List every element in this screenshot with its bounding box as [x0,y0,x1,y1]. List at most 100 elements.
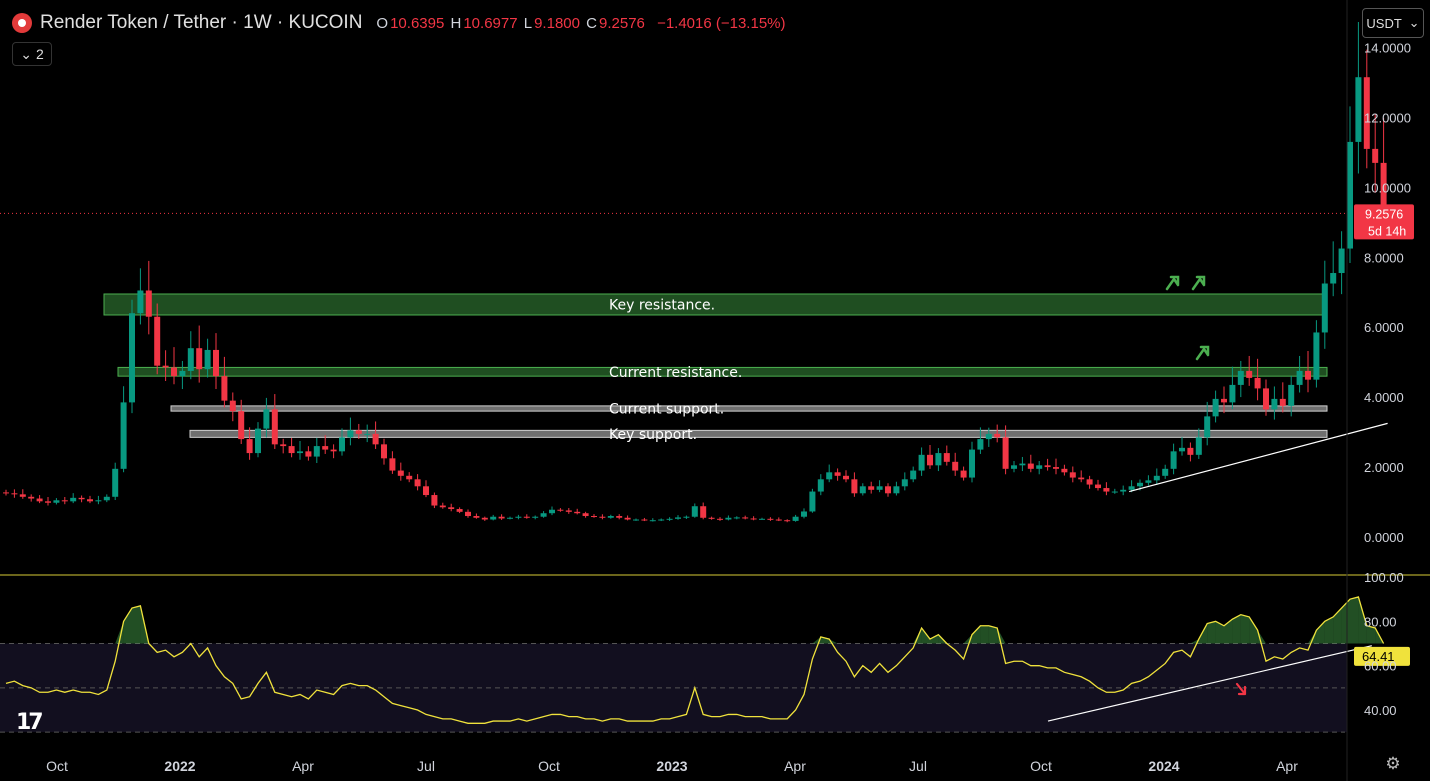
last-price-countdown: 5d 14h [1368,224,1406,238]
candle-body [826,472,833,480]
settings-gear-icon[interactable]: ⚙ [1384,755,1402,773]
candle-body [1229,384,1236,403]
zone-label-3: Key support. [609,427,697,443]
candle-body [490,516,497,520]
rsi-overbought-fill [123,608,132,644]
candle-body [1330,273,1337,284]
last-price-value: 9.2576 [1365,207,1403,221]
time-tick-label: 2024 [1148,758,1179,774]
candle-body [145,290,152,317]
candle-body [1321,283,1328,333]
change-value: −1.4016 (−13.15%) [657,14,786,32]
candle-body [1313,332,1320,380]
candle-body [927,454,933,466]
rsi-overbought-fill [972,625,981,644]
candle-body [364,433,371,435]
candle-body [809,491,816,512]
rsi-overbought-fill [1240,614,1250,644]
chevron-down-icon: ⌄ [20,45,32,62]
time-tick-label: Apr [1276,758,1298,774]
rsi-tick-label: 60.00 [1364,659,1397,674]
candle-body [725,517,732,520]
zone-label-1: Current resistance. [609,365,742,381]
candle-body [960,470,967,478]
candle-body [1069,472,1076,478]
currency-label: USDT [1366,15,1402,31]
candle-body [641,519,648,521]
candle-body [1053,467,1059,469]
price-tick-label: 0.0000 [1364,530,1404,545]
candle-body [1103,488,1110,492]
candle-body [943,453,950,462]
candle-body [708,517,715,519]
price-tick-label: 10.0000 [1364,180,1411,195]
candle-body [1036,465,1043,469]
candle-body [691,506,698,517]
candle-body [1271,398,1278,410]
rsi-overbought-fill [1207,621,1216,644]
candle-body [1044,465,1051,468]
time-tick-label: Oct [1030,758,1052,774]
candle-body [649,520,656,522]
tradingview-logo-icon[interactable]: 17 [16,710,44,735]
candle-body [599,516,606,518]
candle-body [868,486,875,490]
candle-body [1095,484,1101,489]
candle-body [473,516,480,518]
candle-body [61,500,68,502]
price-chart[interactable]: Key resistance. Current resistance. Curren… [0,0,1430,781]
candle-body [985,433,992,440]
candle-body [834,472,841,476]
candle-body [297,451,303,454]
candle-body [3,492,9,494]
candle-body [901,479,908,487]
candle-body [271,409,278,445]
high-label: H [450,14,462,32]
candle-body [507,517,513,519]
candle-body [1296,370,1303,385]
currency-selector[interactable]: USDT ⌄ [1362,8,1424,38]
candle-body [347,430,354,438]
candle-body [1246,370,1253,378]
candle-body [910,470,917,480]
candle-body [1120,489,1127,492]
candle-body [1111,491,1118,493]
close-label: C [586,14,597,32]
rsi-tick-label: 40.00 [1364,703,1397,718]
candle-body [742,517,749,519]
price-tick-label: 4.0000 [1364,390,1404,405]
candle-body [330,449,337,452]
bullish-arrow-icon [1195,345,1210,361]
indicators-collapse-button[interactable]: ⌄ 2 [12,42,52,66]
candle-body [1263,388,1269,410]
candle-body [1288,384,1295,406]
candle-body [397,470,404,476]
candle-body [465,511,471,517]
time-tick-label: 2022 [164,758,195,774]
rsi-overbought-fill [132,605,141,644]
candle-body [137,290,144,314]
candle-body [120,402,127,469]
time-tick-label: Apr [784,758,806,774]
candle-body [607,516,614,518]
symbol-title[interactable]: Render Token / Tether · 1W · KUCOIN [40,12,362,34]
candle-body [876,486,883,490]
indicator-count: 2 [35,46,44,62]
chevron-down-icon: ⌄ [1408,15,1420,30]
candle-body [1204,416,1211,438]
candle-body [313,446,320,457]
candle-body [969,449,975,478]
candle-body [372,433,379,445]
candle-body [683,516,690,518]
price-tick-label: 12.0000 [1364,110,1411,125]
candle-body [658,519,665,521]
candle-body [1019,463,1026,466]
rsi-pane [0,596,1385,733]
candle-body [103,496,110,501]
price-tick-label: 2.0000 [1364,460,1404,475]
low-label: L [523,14,533,32]
candle-body [532,516,539,518]
price-tick-label: 14.0000 [1364,41,1411,56]
candle-body [1355,77,1362,142]
candle-body [1128,486,1135,490]
